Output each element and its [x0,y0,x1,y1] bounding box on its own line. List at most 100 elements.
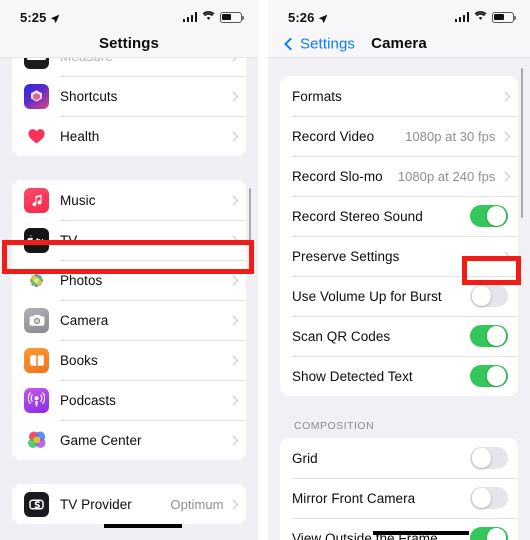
battery-icon [220,11,245,23]
chevron-right-icon [500,171,510,181]
status-indicators [454,8,517,26]
setting-label: Record Slo-mo [292,168,383,184]
shortcuts-app-icon [24,83,49,109]
health-app-icon [24,123,49,149]
toggle-show-detected-text[interactable] [470,364,508,388]
toggle-knob [487,206,507,226]
settings-group-apple-apps-2: Music tv TV Photos Camera Books Podcasts… [12,180,246,460]
back-button-label: Settings [300,35,355,52]
sidebar-item-books[interactable]: Books [12,340,246,380]
right-status-bar: 5:26 [268,0,530,30]
setting-row-mirror-front-camera[interactable]: Mirror Front Camera [280,478,518,518]
sidebar-item-label: Podcasts [60,392,116,408]
tv-provider-app-icon [24,491,49,517]
sidebar-item-label: TV [60,232,78,248]
sidebar-item-label: Shortcuts [60,88,118,104]
right-scrollbar[interactable] [520,68,523,218]
status-time-group: 5:25 [20,10,60,25]
setting-row-view-outside-the-frame[interactable]: View Outside the Frame [280,518,518,540]
setting-value: 1080p at 240 fps [397,168,496,184]
chevron-right-icon [500,131,510,141]
left-status-bar: 5:25 [0,0,258,30]
setting-label: Record Video [292,128,375,144]
setting-row-use-volume-up-for-burst[interactable]: Use Volume Up for Burst [280,276,518,316]
right-nav-bar: Settings Camera [268,30,530,58]
page-title: Settings [99,35,159,52]
sidebar-item-label: Camera [60,312,109,328]
toggle-knob [471,286,491,306]
sidebar-item-tv[interactable]: tv TV [12,220,246,260]
cellular-bars-icon [182,12,197,22]
sidebar-item-tv-provider[interactable]: TV Provider Optimum [12,484,246,524]
chevron-right-icon [228,58,238,61]
setting-label: Scan QR Codes [292,328,391,344]
chevron-right-icon [500,91,510,101]
wifi-icon [474,8,487,26]
sidebar-item-measure[interactable]: Measure [12,58,246,76]
chevron-right-icon [500,251,510,261]
camera-settings-scroll-area[interactable]: Formats Record Video 1080p at 30 fps Rec… [268,58,530,540]
game-center-app-icon [24,427,49,453]
chevron-right-icon [228,235,238,245]
setting-row-preserve-settings[interactable]: Preserve Settings [280,236,518,276]
chevron-right-icon [228,315,238,325]
camera-settings-group-composition: Grid Mirror Front Camera View Outside th… [280,438,518,540]
toggle-scan-qr-codes[interactable] [470,324,508,348]
setting-row-record-slo-mo[interactable]: Record Slo-mo 1080p at 240 fps [280,156,518,196]
sidebar-item-camera[interactable]: Camera [12,300,246,340]
wifi-icon [202,8,215,26]
setting-row-formats[interactable]: Formats [280,76,518,116]
chevron-right-icon [228,395,238,405]
settings-group-tv-provider: TV Provider Optimum [12,484,246,524]
battery-icon [492,11,517,23]
sidebar-item-label: Books [60,352,98,368]
status-time-group: 5:26 [288,10,328,25]
sidebar-item-shortcuts[interactable]: Shortcuts [12,76,246,116]
sidebar-item-photos[interactable]: Photos [12,260,246,300]
svg-text:tv: tv [36,236,44,245]
sidebar-item-label: Game Center [60,432,142,448]
status-time: 5:26 [288,9,315,25]
sidebar-item-label: TV Provider [60,496,132,512]
toggle-mirror-front-camera[interactable] [470,486,508,510]
right-phone-screen: 5:26 Settings Camera Formats Record Vide… [268,0,530,540]
setting-row-show-detected-text[interactable]: Show Detected Text [280,356,518,396]
sidebar-item-music[interactable]: Music [12,180,246,220]
chevron-right-icon [228,131,238,141]
sidebar-item-health[interactable]: Health [12,116,246,156]
status-indicators [182,8,245,26]
setting-label: Record Stereo Sound [292,208,423,224]
photos-app-icon [24,267,49,293]
toggle-view-outside-the-frame[interactable] [470,526,508,540]
toggle-knob [487,528,507,540]
toggle-grid[interactable] [470,446,508,470]
setting-label: Grid [292,450,318,466]
podcasts-app-icon [24,387,49,413]
chevron-left-icon [284,37,297,50]
redaction-bar-left [104,524,182,528]
music-app-icon [24,187,49,213]
setting-row-grid[interactable]: Grid [280,438,518,478]
sidebar-item-label: Photos [60,272,103,288]
left-phone-screen: 5:25 Settings Shortcuts Health Music tv … [0,0,258,540]
setting-row-record-stereo-sound[interactable]: Record Stereo Sound [280,196,518,236]
toggle-record-stereo-sound[interactable] [470,204,508,228]
sidebar-item-game-center[interactable]: Game Center [12,420,246,460]
toggle-use-volume-up-for-burst[interactable] [470,284,508,308]
setting-row-scan-qr-codes[interactable]: Scan QR Codes [280,316,518,356]
chevron-right-icon [228,435,238,445]
camera-app-icon [24,307,49,333]
cellular-bars-icon [454,12,469,22]
setting-row-record-video[interactable]: Record Video 1080p at 30 fps [280,116,518,156]
chevron-right-icon [228,355,238,365]
chevron-right-icon [228,195,238,205]
sidebar-item-label: Music [60,192,96,208]
left-nav-bar: Settings [0,30,258,58]
settings-scroll-area[interactable]: Measure Shortcuts Health [0,58,258,540]
setting-label: Show Detected Text [292,368,413,384]
sidebar-item-podcasts[interactable]: Podcasts [12,380,246,420]
left-scrollbar[interactable] [248,188,251,252]
back-button[interactable]: Settings [284,35,355,52]
sidebar-item-value: Optimum [170,496,224,512]
setting-label: Mirror Front Camera [292,490,416,506]
